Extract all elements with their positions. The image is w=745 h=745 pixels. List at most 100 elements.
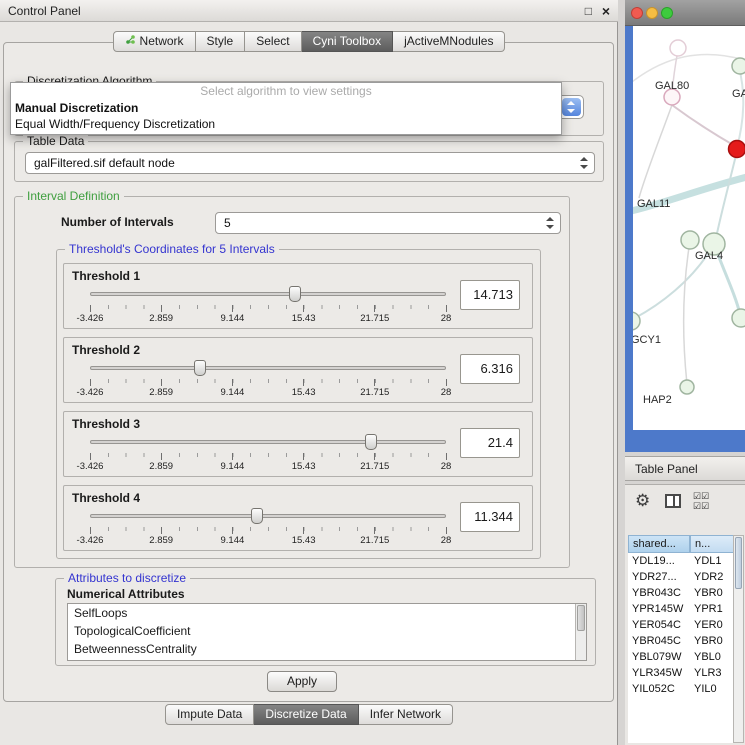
threshold-3-slider[interactable] bbox=[90, 434, 446, 451]
slider-track[interactable] bbox=[90, 366, 446, 370]
table-cell[interactable]: YDR2 bbox=[694, 569, 734, 585]
column-header-shared-name[interactable]: shared... bbox=[628, 535, 690, 553]
slider-track[interactable] bbox=[90, 292, 446, 296]
dropdown-option-equal-width[interactable]: Equal Width/Frequency Discretization bbox=[11, 116, 561, 132]
list-item[interactable]: TopologicalCoefficient bbox=[68, 622, 586, 640]
zoom-button[interactable] bbox=[661, 7, 673, 19]
threshold-4-value-field[interactable]: 11.344 bbox=[460, 502, 520, 532]
threshold-2-panel: Threshold 2 -3.426 2.859 9.144 15.43 21.… bbox=[63, 337, 533, 403]
thresholds-group-title: Threshold's Coordinates for 5 Intervals bbox=[65, 242, 279, 256]
dropdown-prompt: Select algorithm to view settings bbox=[11, 83, 561, 100]
table-row[interactable]: YER054C YER0 bbox=[628, 617, 734, 633]
dropdown-option-manual-discretization[interactable]: Manual Discretization bbox=[11, 100, 561, 116]
slider-ruler bbox=[90, 305, 446, 312]
tab-impute-data[interactable]: Impute Data bbox=[165, 704, 254, 725]
table-data-combo[interactable]: galFiltered.sif default node bbox=[25, 152, 595, 174]
table-cell[interactable]: YDL19... bbox=[632, 553, 690, 569]
numerical-attributes-list[interactable]: SelfLoops TopologicalCoefficient Between… bbox=[67, 603, 587, 661]
screen: Control Panel □ × Network Style Select C… bbox=[0, 0, 745, 745]
table-cell[interactable]: YIL052C bbox=[632, 681, 690, 697]
threshold-2-value-field[interactable]: 6.316 bbox=[460, 354, 520, 384]
table-cell[interactable]: YBR043C bbox=[632, 585, 690, 601]
tab-cyni-toolbox[interactable]: Cyni Toolbox bbox=[302, 31, 393, 52]
number-of-intervals-combo[interactable]: 5 bbox=[215, 212, 561, 234]
table-panel-titlebar: Table Panel bbox=[625, 456, 745, 481]
close-button[interactable] bbox=[631, 7, 643, 19]
tab-discretize-data[interactable]: Discretize Data bbox=[254, 704, 358, 725]
table-scrollbar[interactable] bbox=[733, 535, 744, 743]
table-cell[interactable]: YIL0 bbox=[694, 681, 734, 697]
table-cell[interactable]: YDR27... bbox=[632, 569, 690, 585]
table-cell[interactable]: YBR0 bbox=[694, 633, 734, 649]
slider-thumb[interactable] bbox=[194, 360, 206, 376]
table-cell[interactable]: YBR045C bbox=[632, 633, 690, 649]
column-header-name[interactable]: n... bbox=[690, 535, 734, 553]
tab-network[interactable]: Network bbox=[113, 31, 196, 52]
table-cell[interactable]: YER054C bbox=[632, 617, 690, 633]
threshold-1-value-field[interactable]: 14.713 bbox=[460, 280, 520, 310]
slider-thumb[interactable] bbox=[289, 286, 301, 302]
apply-button[interactable]: Apply bbox=[267, 671, 337, 692]
slider-track[interactable] bbox=[90, 440, 446, 444]
tab-infer-network[interactable]: Infer Network bbox=[359, 704, 453, 725]
table-cell[interactable]: YPR1 bbox=[694, 601, 734, 617]
table-row[interactable]: YIL052C YIL0 bbox=[628, 681, 734, 697]
table-row[interactable]: YBR043C YBR0 bbox=[628, 585, 734, 601]
float-window-icon[interactable]: □ bbox=[585, 0, 592, 22]
slider-thumb[interactable] bbox=[365, 434, 377, 450]
slider-ruler bbox=[90, 379, 446, 386]
table-cell[interactable]: YBL079W bbox=[632, 649, 690, 665]
network-canvas[interactable]: GAL80 GA GAL11 GAL4 GCY1 HAP2 bbox=[633, 26, 745, 430]
table-cell[interactable]: YBL0 bbox=[694, 649, 734, 665]
number-of-intervals-label: Number of Intervals bbox=[61, 215, 174, 229]
threshold-1-panel: Threshold 1 -3.426 2.859 9.144 15.43 21.… bbox=[63, 263, 533, 329]
close-icon[interactable]: × bbox=[602, 0, 610, 22]
table-cell[interactable]: YLR345W bbox=[632, 665, 690, 681]
slider-thumb[interactable] bbox=[251, 508, 263, 524]
tab-jactivemnodules[interactable]: jActiveMNodules bbox=[393, 31, 505, 52]
threshold-4-panel: Threshold 4 -3.426 2.859 9.144 15.43 21.… bbox=[63, 485, 533, 551]
attributes-group: Attributes to discretize Numerical Attri… bbox=[55, 578, 596, 666]
table-cell[interactable]: YPR145W bbox=[632, 601, 690, 617]
table-row[interactable]: YPR145W YPR1 bbox=[628, 601, 734, 617]
network-node-selected[interactable] bbox=[729, 141, 745, 158]
network-node[interactable] bbox=[670, 40, 686, 56]
control-panel-window: Control Panel □ × Network Style Select C… bbox=[0, 0, 618, 745]
table-row[interactable]: YBR045C YBR0 bbox=[628, 633, 734, 649]
table-panel: ⚙ ☑☑☑☑ shared... n... YDL19... YDL1 YDR2… bbox=[625, 484, 745, 745]
network-node[interactable] bbox=[732, 58, 745, 74]
select-columns-icon[interactable]: ☑☑☑☑ bbox=[693, 491, 717, 511]
table-data-combo-value: galFiltered.sif default node bbox=[34, 153, 572, 173]
list-item[interactable]: BetweennessCentrality bbox=[68, 640, 586, 658]
slider-track[interactable] bbox=[90, 514, 446, 518]
table-cell[interactable]: YBR0 bbox=[694, 585, 734, 601]
table-grid: YDL19... YDL1 YDR27... YDR2 YBR043C YBR0… bbox=[628, 553, 734, 743]
table-row[interactable]: YDR27... YDR2 bbox=[628, 569, 734, 585]
threshold-4-label: Threshold 4 bbox=[72, 491, 140, 505]
network-node[interactable] bbox=[681, 231, 699, 249]
minimize-button[interactable] bbox=[646, 7, 658, 19]
tab-style[interactable]: Style bbox=[196, 31, 246, 52]
table-cell[interactable]: YDL1 bbox=[694, 553, 734, 569]
table-row[interactable]: YDL19... YDL1 bbox=[628, 553, 734, 569]
slider-ruler bbox=[90, 527, 446, 534]
network-node[interactable] bbox=[680, 380, 694, 394]
threshold-3-value-field[interactable]: 21.4 bbox=[460, 428, 520, 458]
network-tab-icon bbox=[125, 32, 136, 51]
columns-icon[interactable] bbox=[665, 494, 681, 508]
table-cell[interactable]: YLR3 bbox=[694, 665, 734, 681]
numerical-attributes-label: Numerical Attributes bbox=[67, 587, 185, 601]
combo-arrows-icon[interactable] bbox=[562, 98, 581, 116]
algorithm-dropdown-popup: Select algorithm to view settings Manual… bbox=[10, 82, 562, 135]
tab-select[interactable]: Select bbox=[245, 31, 301, 52]
network-node[interactable] bbox=[732, 309, 745, 327]
gear-icon[interactable]: ⚙ bbox=[635, 491, 650, 511]
table-cell[interactable]: YER0 bbox=[694, 617, 734, 633]
list-scrollbar[interactable] bbox=[575, 604, 586, 660]
threshold-1-slider[interactable] bbox=[90, 286, 446, 303]
table-row[interactable]: YBL079W YBL0 bbox=[628, 649, 734, 665]
table-row[interactable]: YLR345W YLR3 bbox=[628, 665, 734, 681]
threshold-4-slider[interactable] bbox=[90, 508, 446, 525]
list-item[interactable]: SelfLoops bbox=[68, 604, 586, 622]
threshold-2-slider[interactable] bbox=[90, 360, 446, 377]
